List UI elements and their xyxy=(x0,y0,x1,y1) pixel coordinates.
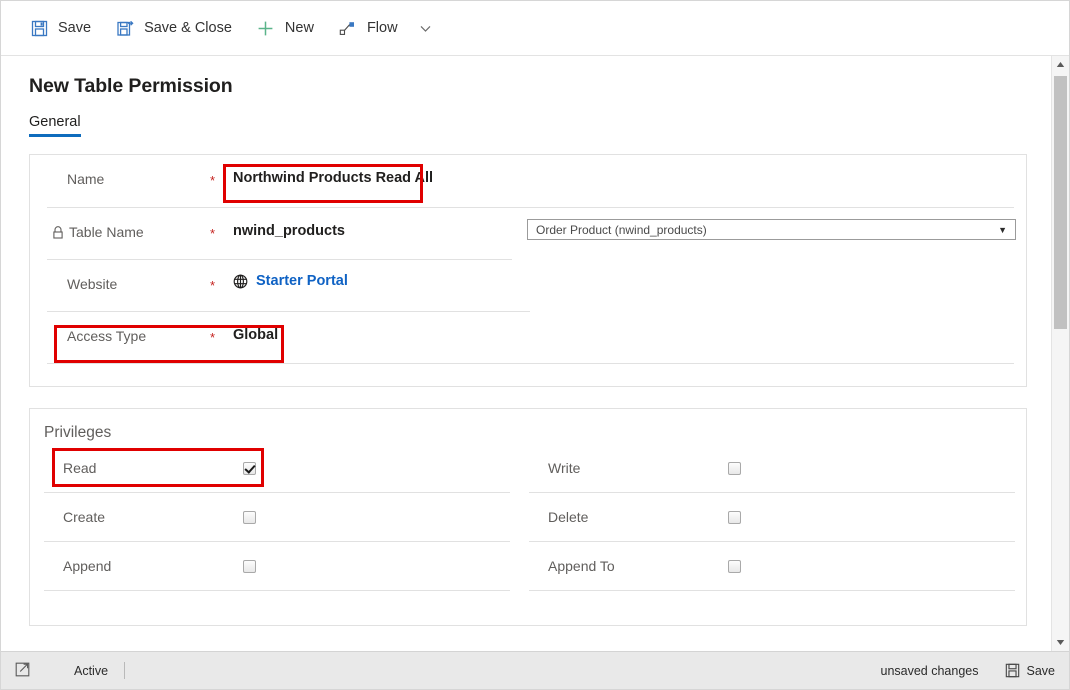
scroll-up-button[interactable] xyxy=(1052,56,1069,73)
privilege-checkbox-read[interactable] xyxy=(243,461,256,475)
tab-general[interactable]: General xyxy=(29,114,81,137)
table-name-required-indicator: * xyxy=(210,226,216,241)
save-and-close-button[interactable]: Save & Close xyxy=(105,10,242,46)
privilege-label-create: Create xyxy=(63,509,106,525)
save-icon xyxy=(29,18,49,38)
privilege-divider xyxy=(529,492,1015,493)
new-button-label: New xyxy=(284,20,314,36)
name-field-value[interactable]: Northwind Products Read All xyxy=(233,170,433,186)
privileges-section-card: Privileges Read Create Append Write Dele… xyxy=(29,408,1027,626)
save-button-label: Save xyxy=(58,20,92,36)
privilege-divider xyxy=(44,590,510,591)
privilege-checkbox-create[interactable] xyxy=(243,510,256,524)
status-bar-left: Active xyxy=(15,662,135,680)
save-button[interactable]: Save xyxy=(19,10,101,46)
unsaved-changes-text: unsaved changes xyxy=(880,663,979,678)
privilege-label-delete: Delete xyxy=(548,509,589,525)
privilege-divider xyxy=(44,541,510,542)
table-name-field-label: Table Name xyxy=(52,224,144,240)
save-and-close-label: Save & Close xyxy=(144,20,232,36)
privilege-row-append: Append xyxy=(63,555,513,577)
table-select-value: Order Product (nwind_products) xyxy=(536,222,707,237)
status-separator xyxy=(124,662,126,679)
name-required-indicator: * xyxy=(210,173,216,188)
privilege-divider xyxy=(529,590,1015,591)
scroll-down-button[interactable] xyxy=(1052,634,1069,651)
privilege-row-read: Read xyxy=(63,457,513,479)
overflow-chevron-down-icon[interactable] xyxy=(412,10,440,46)
privilege-divider xyxy=(44,492,510,493)
form-content-area: New Table Permission General Name * Nort… xyxy=(1,56,1069,651)
flow-button[interactable]: Flow xyxy=(328,10,408,46)
globe-icon xyxy=(233,274,248,289)
privilege-label-read: Read xyxy=(63,460,97,476)
status-bar: Active unsaved changes Save xyxy=(1,651,1069,689)
access-type-required-indicator: * xyxy=(210,330,216,345)
privilege-checkbox-append[interactable] xyxy=(243,559,256,573)
privileges-title: Privileges xyxy=(44,424,112,441)
privilege-divider xyxy=(529,541,1015,542)
privilege-label-write: Write xyxy=(548,460,581,476)
scrollbar-thumb[interactable] xyxy=(1054,76,1067,329)
privilege-label-append-to: Append To xyxy=(548,558,615,574)
plus-icon xyxy=(256,18,276,38)
row-divider xyxy=(47,363,1014,364)
privilege-row-delete: Delete xyxy=(548,506,998,528)
table-select-dropdown[interactable]: Order Product (nwind_products) ▼ xyxy=(527,219,1016,240)
tab-general-label: General xyxy=(29,114,81,130)
table-name-field-value: nwind_products xyxy=(233,223,345,239)
field-row-website: Website * Starter Portal xyxy=(30,259,1026,311)
lock-icon xyxy=(52,225,64,239)
privilege-row-create: Create xyxy=(63,506,513,528)
name-field-label: Name xyxy=(67,171,105,187)
app-window: Save Save & Close New Flow New Table Per… xyxy=(0,0,1070,690)
status-bar-right: unsaved changes Save xyxy=(881,663,1056,678)
new-button[interactable]: New xyxy=(246,10,324,46)
field-row-name: Name * Northwind Products Read All xyxy=(30,155,1026,207)
chevron-down-icon: ▼ xyxy=(998,224,1007,235)
website-field-value: Starter Portal xyxy=(256,273,348,289)
general-section-card: Name * Northwind Products Read All Table… xyxy=(29,154,1027,387)
command-bar: Save Save & Close New Flow xyxy=(1,1,1069,56)
record-status-text: Active xyxy=(74,663,109,678)
save-icon xyxy=(1005,663,1020,678)
vertical-scrollbar[interactable] xyxy=(1051,56,1069,651)
access-type-field-label: Access Type xyxy=(67,328,147,344)
website-required-indicator: * xyxy=(210,278,216,293)
website-field-link[interactable]: Starter Portal xyxy=(233,273,348,289)
page-title: New Table Permission xyxy=(29,75,233,97)
flow-icon xyxy=(338,18,358,38)
popout-icon[interactable] xyxy=(15,662,30,680)
field-row-access-type: Access Type * Global xyxy=(30,311,1026,363)
privilege-checkbox-delete[interactable] xyxy=(728,510,741,524)
privilege-checkbox-write[interactable] xyxy=(728,461,741,475)
status-save-button[interactable]: Save xyxy=(1005,663,1056,678)
field-row-table-name: Table Name * nwind_products Order Produc… xyxy=(30,207,1026,259)
website-field-label: Website xyxy=(67,276,118,292)
privilege-checkbox-append-to[interactable] xyxy=(728,559,741,573)
privilege-row-append-to: Append To xyxy=(548,555,998,577)
privilege-row-write: Write xyxy=(548,457,998,479)
access-type-field-value[interactable]: Global xyxy=(233,327,278,343)
tab-strip: General xyxy=(1,98,1069,137)
privilege-label-append: Append xyxy=(63,558,112,574)
status-save-label: Save xyxy=(1026,663,1056,678)
flow-button-label: Flow xyxy=(366,20,398,36)
save-and-close-icon xyxy=(115,18,135,38)
